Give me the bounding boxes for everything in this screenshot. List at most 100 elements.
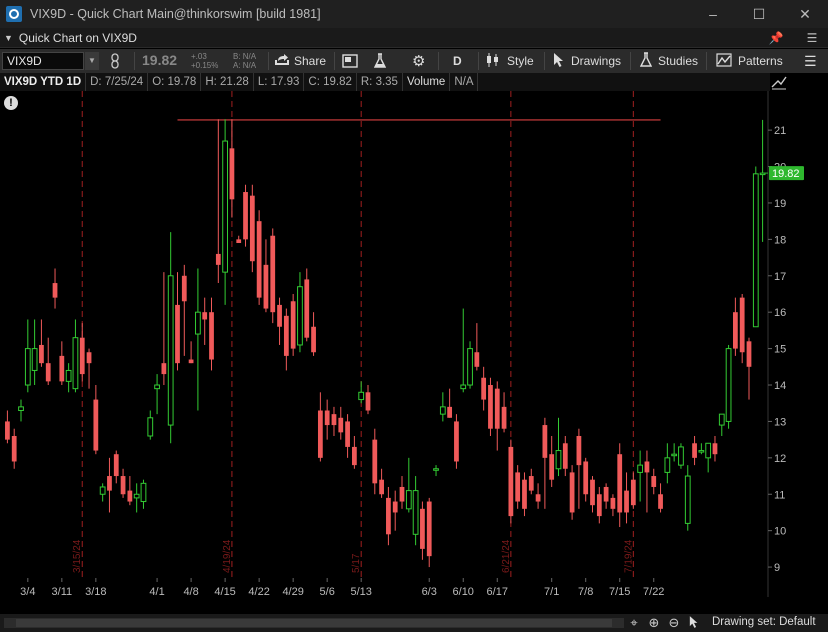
candle[interactable] — [304, 268, 310, 342]
candle-body — [372, 439, 378, 484]
bar-range: R: 3.35 — [357, 73, 403, 91]
window-title-bar: VIX9D - Quick Chart Main@thinkorswim [bu… — [0, 0, 828, 28]
toolbar-separator — [334, 52, 335, 70]
volume-value: N/A — [450, 73, 479, 91]
candle-body — [603, 486, 609, 502]
bar-high: H: 21.28 — [201, 73, 254, 91]
patterns-label: Patterns — [738, 54, 783, 68]
candle-body — [99, 486, 106, 495]
candle-body — [718, 413, 725, 426]
candle[interactable] — [569, 465, 575, 520]
chart-info-bar: VIX9D YTD 1D D: 7/25/24 O: 19.78 H: 21.2… — [0, 73, 770, 91]
time-tick-label: 4/29 — [282, 586, 303, 597]
candle[interactable] — [678, 443, 684, 469]
candle-body — [644, 461, 650, 473]
price-tick-label: 10 — [774, 526, 786, 538]
candle-body — [705, 442, 712, 459]
link-chain-icon[interactable] — [106, 49, 124, 73]
volume-label[interactable]: Volume — [403, 73, 451, 91]
symbol-input[interactable]: VIX9D — [2, 52, 84, 70]
candle[interactable] — [488, 377, 493, 436]
bar-date: D: 7/25/24 — [86, 73, 149, 91]
candle-body — [651, 476, 657, 487]
price-change-percent: +0.15% — [191, 61, 219, 70]
candle[interactable] — [249, 184, 255, 273]
studies-button[interactable]: Studies — [639, 49, 698, 73]
toolbar-separator — [268, 52, 269, 70]
candle-body — [229, 148, 235, 200]
drawing-set-label[interactable]: Drawing set: Default — [712, 616, 816, 628]
price-tick-label: 14 — [774, 380, 786, 392]
candle-body — [345, 421, 350, 447]
candle-body — [352, 446, 357, 466]
candle-body — [590, 479, 595, 506]
candle[interactable] — [467, 341, 473, 389]
candle-body — [426, 501, 432, 557]
chart-settings-grid-icon[interactable] — [342, 49, 358, 73]
candle-body — [684, 475, 691, 524]
time-tick-label: 7/15 — [609, 586, 630, 597]
symbol-period[interactable]: VIX9D YTD 1D — [0, 73, 87, 91]
price-tick-label: 18 — [774, 234, 786, 246]
ask-price: A: N/A — [233, 61, 257, 70]
candle-body — [167, 275, 174, 426]
candle-body — [277, 304, 282, 327]
crosshair-icon[interactable]: ⌖ — [626, 615, 642, 631]
event-line-label: 6/21/24 — [501, 539, 512, 573]
candle-body — [712, 443, 718, 455]
pin-icon[interactable]: 📌 — [768, 30, 784, 46]
candle[interactable] — [256, 210, 262, 305]
chart-expand-icon[interactable] — [770, 73, 792, 91]
candle-body — [181, 275, 187, 302]
candle-body — [317, 410, 323, 458]
candle[interactable] — [454, 414, 459, 469]
chart-header: ▼ Quick Chart on VIX9D 📌 ☰ — [0, 28, 828, 48]
alert-icon[interactable]: ! — [4, 96, 18, 110]
time-tick-label: 3/18 — [85, 586, 106, 597]
candle[interactable] — [270, 228, 276, 324]
zoom-in-icon[interactable]: ⊕ — [646, 615, 662, 631]
thinkorswim-logo-icon — [6, 6, 22, 22]
candle[interactable] — [725, 344, 732, 429]
share-button[interactable]: Share — [274, 49, 326, 73]
aggregation-selector[interactable]: D — [453, 49, 462, 73]
patterns-button[interactable]: Patterns — [716, 49, 783, 73]
cursor-icon[interactable] — [686, 615, 702, 631]
toolbar-menu-icon[interactable]: ☰ — [804, 49, 817, 73]
candle-body — [583, 461, 589, 495]
style-button[interactable]: Style — [485, 49, 534, 73]
minimize-button[interactable]: – — [690, 0, 736, 28]
maximize-button[interactable]: ☐ — [736, 0, 782, 28]
candle-body — [549, 454, 555, 480]
candle-body — [202, 312, 208, 320]
collapse-chevron-icon[interactable]: ▼ — [4, 33, 13, 43]
candle-body — [454, 421, 459, 462]
candle-body — [752, 173, 759, 328]
candle-body — [412, 490, 419, 535]
candle-body — [692, 443, 697, 458]
candle[interactable] — [508, 439, 514, 524]
candle-body — [249, 195, 255, 262]
horizontal-scrollbar[interactable] — [4, 618, 624, 628]
flask-icon[interactable] — [374, 49, 386, 73]
scrollbar-thumb[interactable] — [16, 619, 612, 627]
event-line-label: 7/19/24 — [623, 539, 634, 573]
candle[interactable] — [243, 184, 248, 247]
candle-body — [39, 344, 44, 364]
price-chart[interactable]: 3/15/24 4/19/24 5/17 6/21/24 7/19/24 9 10 11 12… — [0, 91, 828, 597]
toolbar-separator — [544, 52, 545, 70]
candle[interactable] — [290, 293, 296, 356]
symbol-dropdown-arrow-icon[interactable]: ▼ — [85, 52, 99, 70]
zoom-out-icon[interactable]: ⊖ — [666, 615, 682, 631]
style-label: Style — [507, 54, 534, 68]
candle-body — [739, 297, 745, 353]
candle-body — [658, 494, 663, 509]
candle-body — [188, 359, 194, 364]
menu-icon[interactable]: ☰ — [804, 30, 820, 46]
close-button[interactable]: ✕ — [782, 0, 828, 28]
drawings-button[interactable]: Drawings — [553, 49, 621, 73]
candle[interactable] — [752, 166, 759, 328]
price-tick-label: 17 — [774, 271, 786, 283]
candle-body — [59, 355, 65, 382]
gear-icon[interactable]: ⚙ — [412, 49, 425, 73]
